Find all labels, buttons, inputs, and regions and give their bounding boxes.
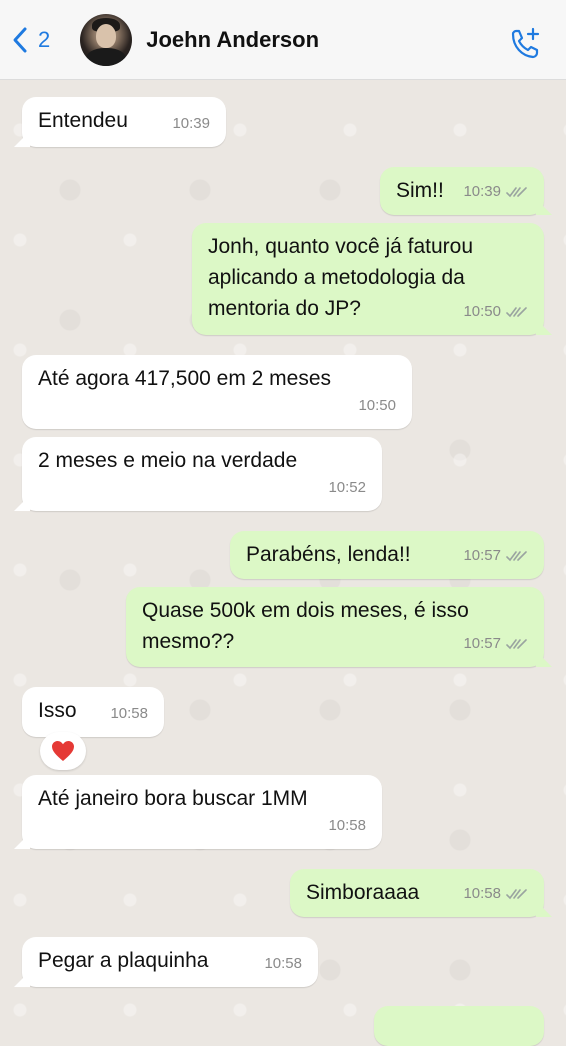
message-meta: 10:50 — [463, 296, 528, 327]
message-time: 10:58 — [264, 955, 302, 972]
message-text: Parabéns, lenda!! — [246, 543, 411, 566]
message-meta: 10:57 — [463, 540, 528, 571]
double-check-icon — [506, 888, 527, 899]
double-check-icon — [506, 638, 527, 649]
message-text: Entendeu — [38, 109, 128, 132]
message-meta: 10:39 — [463, 176, 528, 207]
double-check-icon — [506, 550, 527, 561]
avatar[interactable] — [80, 13, 133, 66]
message-text: Isso — [38, 699, 77, 722]
message-meta: 10:58 — [463, 878, 528, 909]
message-time: 10:58 — [463, 885, 501, 902]
message-incoming[interactable]: Pegar a plaquinha 10:58 — [22, 937, 318, 987]
message-meta: 10:57 — [463, 628, 528, 659]
add-call-button[interactable] — [506, 26, 542, 62]
heart-icon — [52, 741, 74, 761]
message-time: 10:57 — [463, 635, 501, 652]
unread-count: 2 — [38, 26, 51, 52]
back-button[interactable]: 2 — [10, 26, 50, 54]
message-text: Pegar a plaquinha — [38, 949, 209, 972]
message-text: Até agora 417,500 em 2 meses — [38, 367, 332, 390]
message-outgoing[interactable]: Sim!! 10:39 — [380, 167, 544, 215]
message-outgoing[interactable]: Quase 500k em dois meses, é isso mesmo??… — [126, 587, 544, 667]
message-incoming[interactable]: 2 meses e meio na verdade 10:52 — [22, 437, 382, 511]
double-check-icon — [506, 186, 527, 197]
message-outgoing[interactable]: Jonh, quanto você já faturou aplicando a… — [192, 223, 544, 335]
message-text: 2 meses e meio na verdade — [38, 449, 298, 472]
message-text: Até janeiro bora buscar 1MM — [38, 787, 308, 810]
message-time: 10:50 — [463, 303, 501, 320]
message-incoming[interactable]: Isso 10:58 — [22, 687, 164, 737]
message-time: 10:50 — [358, 397, 396, 414]
message-outgoing-partial — [374, 1006, 544, 1046]
message-incoming[interactable]: Até janeiro bora buscar 1MM 10:58 — [22, 775, 382, 849]
chat-header: 2 Joehn Anderson — [0, 0, 566, 80]
message-incoming[interactable]: Até agora 417,500 em 2 meses 10:50 — [22, 355, 412, 429]
chevron-left-icon — [13, 27, 27, 52]
message-time: 10:58 — [110, 705, 148, 722]
double-check-icon — [506, 306, 527, 317]
message-reaction[interactable] — [40, 732, 86, 770]
phone-plus-icon — [511, 27, 540, 59]
message-time: 10:39 — [463, 183, 501, 200]
message-time: 10:58 — [328, 817, 366, 834]
message-outgoing[interactable]: Simboraaaa 10:58 — [290, 869, 544, 917]
message-incoming[interactable]: Entendeu 10:39 — [22, 97, 226, 147]
message-text: Sim!! — [396, 179, 444, 202]
contact-name[interactable]: Joehn Anderson — [146, 27, 319, 53]
message-outgoing[interactable]: Parabéns, lenda!! 10:57 — [230, 531, 544, 579]
message-time: 10:52 — [328, 479, 366, 496]
message-time: 10:39 — [172, 115, 210, 132]
message-text: Simboraaaa — [306, 881, 420, 904]
message-time: 10:57 — [463, 547, 501, 564]
